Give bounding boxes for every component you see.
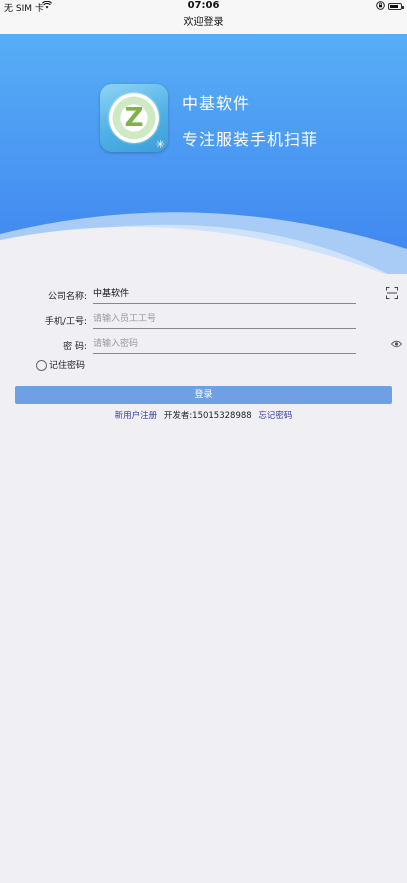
login-button[interactable]: 登录 xyxy=(15,386,392,404)
logo-letter: Z xyxy=(124,103,144,133)
app-logo: Z ✳ xyxy=(100,84,168,152)
hero-background xyxy=(0,34,407,274)
hero-banner: Z ✳ 中基软件 专注服装手机扫菲 xyxy=(0,34,407,274)
remember-password[interactable]: 记住密码 xyxy=(36,358,85,371)
eye-icon[interactable] xyxy=(390,340,403,348)
developer-info: 开发者:15015328988 xyxy=(163,411,252,421)
forgot-password-link[interactable]: 忘记密码 xyxy=(258,411,292,421)
company-input[interactable]: 中基软件 xyxy=(93,285,356,304)
user-label: 手机/工号: xyxy=(44,317,87,327)
battery-icon xyxy=(388,3,404,10)
brand-name: 中基软件 xyxy=(182,94,251,113)
user-placeholder: 请输入员工工号 xyxy=(93,314,157,324)
password-label: 密 码: xyxy=(63,342,87,352)
rotation-lock-icon xyxy=(376,1,385,12)
scan-icon[interactable] xyxy=(386,287,398,299)
password-row: 密 码: 请输入密码 xyxy=(0,333,407,355)
status-bar: 无 SIM 卡 07:06 xyxy=(0,0,407,14)
remember-checkbox[interactable] xyxy=(36,360,47,371)
page-title: 欢迎登录 xyxy=(183,17,224,28)
company-label: 公司名称: xyxy=(47,292,87,302)
company-row: 公司名称: 中基软件 xyxy=(0,283,407,305)
user-input[interactable]: 请输入员工工号 xyxy=(93,310,356,329)
password-input[interactable]: 请输入密码 xyxy=(93,335,356,354)
password-placeholder: 请输入密码 xyxy=(93,339,139,349)
register-link[interactable]: 新用户注册 xyxy=(115,411,158,421)
remember-label: 记住密码 xyxy=(49,361,86,371)
footer-links: 新用户注册 开发者:15015328988 忘记密码 xyxy=(0,409,407,421)
sparkle-icon: ✳ xyxy=(155,138,165,151)
user-row: 手机/工号: 请输入员工工号 xyxy=(0,308,407,330)
slogan: 专注服装手机扫菲 xyxy=(182,130,319,149)
nav-bar: 欢迎登录 xyxy=(0,14,407,35)
clock: 07:06 xyxy=(187,0,220,11)
